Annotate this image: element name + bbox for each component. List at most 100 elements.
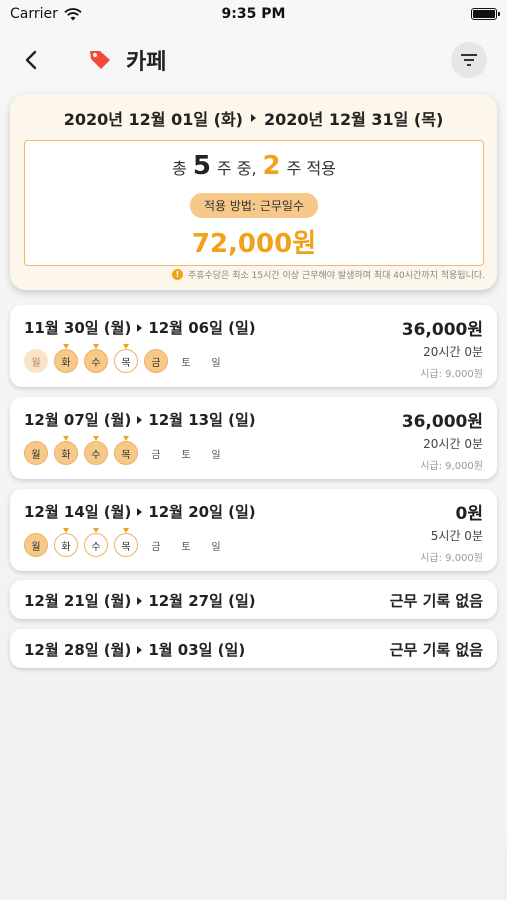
- days-row: 월화수목금토일: [24, 344, 228, 373]
- day-label: 목: [121, 541, 131, 553]
- days-row: 월화수목금토일: [24, 528, 228, 557]
- week-card[interactable]: 12월 28일 (월) 1월 03일 (일) 근무 기록 없음: [10, 629, 497, 668]
- arrow-right-icon: [137, 415, 143, 424]
- day-label: 월: [31, 357, 41, 369]
- week-end: 12월 27일 (일): [148, 592, 256, 610]
- wifi-icon: [64, 7, 82, 20]
- tag-icon: [90, 51, 110, 69]
- day-indicator: 토: [174, 349, 198, 373]
- day-indicator: 월: [24, 441, 48, 465]
- summary-card: 2020년 12월 01일 (화) 2020년 12월 31일 (목) 총 5 …: [10, 94, 497, 290]
- pin-icon: [63, 436, 69, 441]
- week-start: 12월 28일 (월): [24, 641, 132, 659]
- week-wage: 시급: 9,000원: [420, 553, 483, 564]
- weeks-suffix: 주 적용: [286, 159, 336, 178]
- week-end: 12월 13일 (일): [148, 411, 256, 429]
- week-hours: 20시간 0분: [423, 437, 483, 451]
- week-end: 12월 20일 (일): [148, 503, 256, 521]
- pin-icon: [123, 344, 129, 349]
- chevron-left-icon: [25, 50, 37, 70]
- day-label: 월: [31, 449, 41, 461]
- day-indicator: 수: [84, 344, 108, 373]
- day-indicator: 화: [54, 528, 78, 557]
- day-label: 수: [91, 541, 101, 553]
- nav-bar: 카페: [0, 36, 507, 84]
- day-indicator: 월: [24, 349, 48, 373]
- pin-icon: [93, 436, 99, 441]
- week-end: 12월 06일 (일): [148, 319, 256, 337]
- day-indicator: 목: [114, 436, 138, 465]
- day-label: 수: [91, 357, 101, 369]
- total-weeks: 5: [192, 151, 211, 181]
- week-hours: 5시간 0분: [430, 529, 483, 543]
- day-label: 토: [181, 541, 191, 553]
- pin-icon: [93, 528, 99, 533]
- day-indicator: 화: [54, 436, 78, 465]
- week-card[interactable]: 12월 14일 (월) 12월 20일 (일) 월 화 수 목 금 토 일 0원 5시간 0…: [10, 489, 497, 571]
- days-row: 월화수목금토일: [24, 436, 228, 465]
- week-card[interactable]: 12월 07일 (월) 12월 13일 (일) 월화수목금토일 36,000원 …: [10, 397, 497, 479]
- day-label: 화: [61, 449, 71, 461]
- filter-icon: [461, 54, 477, 66]
- no-record-label: 근무 기록 없음: [389, 592, 483, 610]
- pin-icon: [93, 344, 99, 349]
- day-label: 수: [91, 449, 101, 461]
- day-indicator: 일: [204, 349, 228, 373]
- day-label: 일: [211, 449, 221, 461]
- status-bar: Carrier 9:35 PM: [0, 0, 507, 28]
- summary-end-date: 2020년 12월 31일 (목): [264, 110, 444, 129]
- back-button[interactable]: [18, 46, 44, 74]
- day-indicator: 수: [84, 528, 108, 557]
- pin-icon: [123, 436, 129, 441]
- pin-icon: [63, 344, 69, 349]
- week-start: 12월 21일 (월): [24, 592, 132, 610]
- battery-icon: [471, 8, 500, 20]
- day-label: 목: [121, 357, 131, 369]
- day-label: 금: [151, 357, 161, 369]
- day-label: 금: [151, 541, 161, 553]
- week-amount: 36,000원: [401, 320, 483, 340]
- filter-button[interactable]: [451, 42, 487, 78]
- arrow-right-icon: [137, 323, 143, 332]
- arrow-right-icon: [251, 114, 256, 122]
- day-indicator: 수: [84, 436, 108, 465]
- arrow-right-icon: [137, 596, 143, 605]
- week-start: 11월 30일 (월): [24, 319, 132, 337]
- week-end: 1월 03일 (일): [148, 641, 246, 659]
- weeks-prefix: 총: [172, 159, 187, 178]
- method-badge: 적용 방법: 근무일수: [190, 193, 318, 218]
- week-range: 12월 28일 (월) 1월 03일 (일): [24, 639, 245, 660]
- day-label: 일: [211, 357, 221, 369]
- day-indicator: 일: [204, 441, 228, 465]
- status-left: Carrier: [10, 6, 82, 22]
- day-indicator: 토: [174, 441, 198, 465]
- arrow-right-icon: [137, 645, 143, 654]
- week-amount: 36,000원: [401, 412, 483, 432]
- pin-icon: [123, 528, 129, 533]
- page-title: 카페: [126, 50, 167, 75]
- day-label: 일: [211, 541, 221, 553]
- no-record-label: 근무 기록 없음: [389, 641, 483, 659]
- day-label: 금: [151, 449, 161, 461]
- note-text: 주휴수당은 최소 15시간 이상 근무해야 발생하며 최대 40시간까지 적용됩…: [187, 271, 485, 281]
- applied-weeks: 2: [262, 151, 281, 181]
- day-indicator: 토: [174, 533, 198, 557]
- week-card[interactable]: 11월 30일 (월) 12월 06일 (일) 월화수목금토일 36,000원 …: [10, 305, 497, 387]
- day-indicator: 금: [144, 349, 168, 373]
- arrow-right-icon: [137, 507, 143, 516]
- week-start: 12월 14일 (월): [24, 503, 132, 521]
- week-range: 12월 21일 (월) 12월 27일 (일): [24, 590, 256, 611]
- carrier-label: Carrier: [10, 6, 58, 22]
- week-hours: 20시간 0분: [423, 345, 483, 359]
- week-card[interactable]: 12월 21일 (월) 12월 27일 (일) 근무 기록 없음: [10, 580, 497, 619]
- day-indicator: 일: [204, 533, 228, 557]
- summary-date-range: 2020년 12월 01일 (화) 2020년 12월 31일 (목): [10, 106, 497, 130]
- day-label: 화: [61, 541, 71, 553]
- total-amount: 72,000원: [191, 229, 317, 259]
- week-amount: 0원: [455, 504, 483, 524]
- day-indicator: 금: [144, 441, 168, 465]
- week-range: 12월 07일 (월) 12월 13일 (일): [24, 409, 256, 430]
- day-indicator: 화: [54, 344, 78, 373]
- week-wage: 시급: 9,000원: [420, 369, 483, 380]
- day-label: 토: [181, 449, 191, 461]
